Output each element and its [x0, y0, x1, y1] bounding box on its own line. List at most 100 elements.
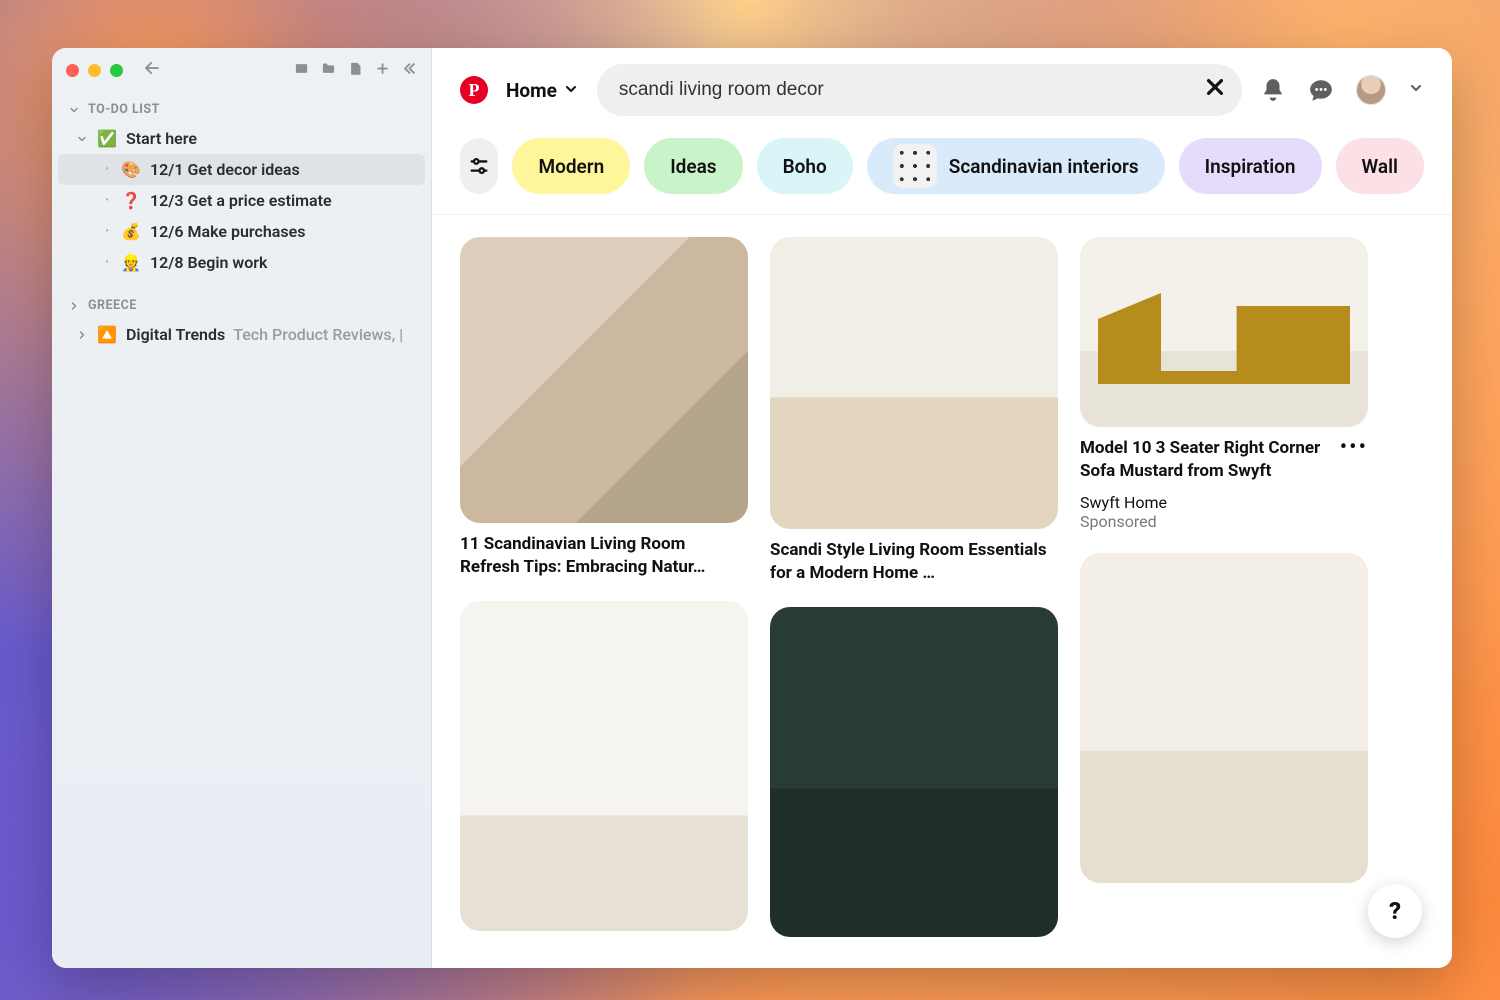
chip-label: Modern [538, 155, 604, 178]
pinterest-logo-icon[interactable]: P [460, 76, 488, 104]
note-icon[interactable] [348, 61, 363, 80]
app-window: TO-DO LIST ✅ Start here • 🎨 12/1 Get dec… [52, 48, 1452, 968]
chat-icon[interactable] [1308, 77, 1334, 103]
tree-label: 12/6 Make purchases [150, 222, 305, 241]
worker-icon: 👷 [120, 253, 142, 272]
bullet-icon: • [102, 226, 112, 237]
pin-card[interactable] [770, 607, 1058, 937]
palette-icon: 🎨 [120, 160, 142, 179]
pin-card[interactable]: Scandi Style Living Room Essentials for … [770, 237, 1058, 585]
bell-icon[interactable] [1260, 77, 1286, 103]
check-icon: ✅ [96, 129, 118, 148]
chip-scandinavian-interiors[interactable]: Scandinavian interiors [867, 138, 1165, 194]
bullet-icon: • [102, 164, 112, 175]
pin-title: Scandi Style Living Room Essentials for … [770, 539, 1058, 585]
chevron-right-icon [68, 300, 80, 312]
home-label: Home [506, 79, 557, 102]
pin-title: Model 10 3 Seater Right Corner Sofa Must… [1080, 437, 1330, 483]
help-button[interactable]: ? [1368, 884, 1422, 938]
pin-grid: 11 Scandinavian Living Room Refresh Tips… [432, 215, 1452, 959]
chip-label: Boho [783, 155, 827, 178]
bullet-icon: • [102, 195, 112, 206]
tree-label: Digital Trends [126, 325, 225, 344]
chevron-down-icon [76, 133, 88, 145]
pin-card[interactable]: 11 Scandinavian Living Room Refresh Tips… [460, 237, 748, 579]
question-icon: ❓ [120, 191, 142, 210]
chevron-down-icon [68, 104, 80, 116]
window-controls [66, 64, 123, 77]
clear-search-icon[interactable] [1204, 75, 1226, 105]
help-label: ? [1389, 897, 1401, 925]
chip-label: Wall [1362, 155, 1398, 178]
pin-thumbnail [1080, 553, 1368, 883]
pin-brand: Swyft Home [1080, 493, 1368, 512]
more-options-icon[interactable]: ••• [1340, 437, 1368, 459]
pin-title: 11 Scandinavian Living Room Refresh Tips… [460, 533, 748, 579]
search-input[interactable] [619, 79, 1194, 101]
pin-card[interactable] [1080, 553, 1368, 883]
pin-card-sponsored[interactable]: Model 10 3 Seater Right Corner Sofa Must… [1080, 237, 1368, 531]
chip-label: Inspiration [1205, 155, 1296, 178]
bullet-icon: • [102, 257, 112, 268]
section-greece-header[interactable]: GREECE [52, 288, 431, 319]
tree-digital-trends[interactable]: 🔼 Digital Trends Tech Product Reviews, | [58, 319, 425, 350]
chevron-right-icon [76, 329, 88, 341]
chip-wall[interactable]: Wall [1336, 138, 1424, 194]
user-avatar[interactable] [1356, 75, 1386, 105]
search-bar[interactable] [597, 64, 1242, 116]
notes-sidebar: TO-DO LIST ✅ Start here • 🎨 12/1 Get dec… [52, 48, 432, 968]
pinterest-view: P Home [432, 48, 1452, 968]
nav-back-button[interactable] [143, 58, 161, 82]
collapse-sidebar-icon[interactable] [402, 61, 417, 80]
pin-thumbnail [460, 601, 748, 931]
pin-column: Model 10 3 Seater Right Corner Sofa Must… [1080, 237, 1368, 883]
moneybag-icon: 💰 [120, 222, 142, 241]
chevron-down-icon [563, 79, 579, 102]
todo-item-purchases[interactable]: • 💰 12/6 Make purchases [58, 216, 425, 247]
tree-label: 12/1 Get decor ideas [150, 160, 300, 179]
close-window-button[interactable] [66, 64, 79, 77]
tree-label: 12/8 Begin work [150, 253, 268, 272]
filter-chipbar: Modern Ideas Boho Scandinavian interiors… [432, 128, 1452, 215]
pin-card[interactable] [460, 601, 748, 931]
add-icon[interactable] [375, 61, 390, 80]
todo-item-work[interactable]: • 👷 12/8 Begin work [58, 247, 425, 278]
chip-boho[interactable]: Boho [757, 138, 853, 194]
chip-swatch-icon [893, 144, 937, 188]
topbar-actions [1260, 75, 1424, 105]
pinterest-topbar: P Home [432, 48, 1452, 128]
section-todo-header[interactable]: TO-DO LIST [52, 92, 431, 123]
pin-thumbnail [1080, 237, 1368, 427]
chip-label: Ideas [670, 155, 716, 178]
pin-sponsored-label: Sponsored [1080, 512, 1368, 531]
pin-thumbnail [770, 607, 1058, 937]
dt-logo-icon: 🔼 [96, 325, 118, 344]
todo-item-decor[interactable]: • 🎨 12/1 Get decor ideas [58, 154, 425, 185]
todo-item-estimate[interactable]: • ❓ 12/3 Get a price estimate [58, 185, 425, 216]
tree-label: 12/3 Get a price estimate [150, 191, 332, 210]
todo-tree: ✅ Start here • 🎨 12/1 Get decor ideas • … [52, 123, 431, 288]
chip-ideas[interactable]: Ideas [644, 138, 742, 194]
pin-meta: Swyft Home Sponsored [1080, 493, 1368, 531]
pin-column: Scandi Style Living Room Essentials for … [770, 237, 1058, 937]
chip-inspiration[interactable]: Inspiration [1179, 138, 1322, 194]
chip-modern[interactable]: Modern [512, 138, 630, 194]
folder-icon[interactable] [321, 61, 336, 80]
filter-button[interactable] [460, 138, 498, 194]
account-menu-chevron-icon[interactable] [1408, 80, 1424, 100]
section-todo-label: TO-DO LIST [88, 102, 160, 117]
section-greece-label: GREECE [88, 298, 137, 313]
tree-label: Start here [126, 129, 197, 148]
zoom-window-button[interactable] [110, 64, 123, 77]
card-view-icon[interactable] [294, 61, 309, 80]
titlebar-actions [294, 61, 417, 80]
tree-start-here[interactable]: ✅ Start here [58, 123, 425, 154]
pin-thumbnail [460, 237, 748, 523]
chip-label: Scandinavian interiors [949, 155, 1139, 178]
minimize-window-button[interactable] [88, 64, 101, 77]
bottom-tree: 🔼 Digital Trends Tech Product Reviews, | [52, 319, 431, 360]
tree-sublabel: Tech Product Reviews, | [233, 325, 403, 344]
home-dropdown[interactable]: Home [506, 79, 579, 102]
pin-thumbnail [770, 237, 1058, 529]
window-titlebar [52, 48, 431, 92]
